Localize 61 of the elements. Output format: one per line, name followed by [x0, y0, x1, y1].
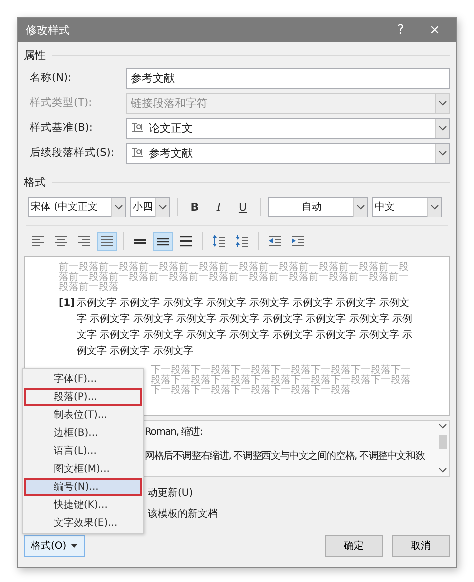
justify-button[interactable] — [97, 232, 117, 250]
align-right-icon — [77, 234, 91, 248]
field-label: 名称(N): — [30, 71, 73, 85]
menu-item[interactable]: 编号(N)... — [24, 478, 142, 496]
description-text: Roman, 缩进: — [145, 426, 204, 439]
caret-icon — [438, 100, 446, 106]
double-spacing-icon — [179, 234, 193, 248]
one-half-spacing-button[interactable] — [153, 232, 173, 250]
font-color-dropdown[interactable]: 自动 — [268, 197, 368, 217]
previous-paragraph-text: 前一段落前一段落前一段落前一段落前一段落前一段落前一段落前一段落前一段落前一段落前一段落前一段落前一段落前一段落前一段落前一段落前一段落前一段落前一段落 — [59, 263, 410, 293]
justify-icon — [100, 234, 114, 248]
italic-button[interactable]: I — [209, 197, 229, 217]
menu-item[interactable]: 字体(F)... — [24, 370, 142, 388]
caret-icon — [158, 204, 166, 210]
section-heading: 格式 — [24, 174, 46, 190]
paragraph-style-icon — [131, 123, 144, 133]
menu-item[interactable]: 图文框(M)... — [24, 460, 142, 478]
field-label: 后续段落样式(S): — [30, 146, 116, 160]
window-title: 修改样式 — [26, 22, 71, 38]
ok-button[interactable]: 确定 — [325, 535, 383, 557]
section-heading: 属性 — [24, 48, 46, 62]
outdent-icon — [268, 234, 282, 248]
spacing-arrows-icon — [212, 234, 226, 248]
option-label: 动更新(U) — [148, 486, 194, 500]
name-field[interactable]: 参考文献 — [126, 68, 450, 88]
menu-item[interactable]: 段落(P)... — [24, 388, 142, 406]
underline-button[interactable]: U — [233, 197, 253, 217]
caret-icon — [438, 126, 446, 130]
description-text: 网格后不调整右缩进, 不调整西文与中文之间的空格, 不调整中文和数 — [145, 450, 426, 463]
caret-icon — [114, 204, 122, 210]
spacing-arrows-icon — [235, 234, 249, 248]
list-number: [1] — [59, 297, 76, 311]
menu-item[interactable]: 边框(B)... — [24, 424, 142, 442]
caret-icon — [356, 204, 364, 210]
paragraph-style-icon — [131, 148, 144, 158]
language-dropdown[interactable]: 中文 — [372, 197, 442, 217]
option-label: 该模板的新文档 — [148, 508, 219, 521]
sample-text: 示例文字 示例文字 示例文字 示例文字 示例文字 示例文字 示例文字 示例文字 示例文字 示例文字 示例文字 示例文字 示例文字 示例文字 示例文字 示例文字 示例文字 示例文字 示例文字 示例文字 示例文字 示例文字 示例文字 示例文字 示例文字 示例文字 — [77, 296, 414, 359]
menu-item[interactable]: 语言(L)... — [24, 442, 142, 460]
field-label: 样式类型(T): — [30, 96, 94, 110]
format-menu-button[interactable]: 格式(O) — [24, 535, 85, 557]
caret-icon — [430, 204, 438, 210]
bold-button[interactable]: B — [185, 197, 205, 217]
style-dropdown[interactable]: 参考文献 — [126, 142, 450, 164]
menu-item[interactable]: 制表位(T)... — [24, 406, 142, 424]
next-paragraph-text: 下一段落下一段落下一段落下一段落下一段落下一段落下一段落下一段落下一段落下一段落下一段落下一段落下一段落下一段落下一段落下一段落下一段落下一段落 — [151, 366, 412, 396]
align-center-icon — [54, 234, 68, 248]
indent-icon — [291, 234, 305, 248]
align-left-icon — [31, 234, 45, 248]
menu-item[interactable]: 文字效果(E)... — [24, 514, 142, 532]
field-label: 样式基准(B): — [30, 121, 94, 135]
font-dropdown[interactable]: 宋体 (中文正文 — [28, 197, 126, 217]
font-size-dropdown[interactable]: 小四 — [130, 197, 170, 217]
caret-icon — [70, 544, 78, 548]
cancel-button[interactable]: 取消 — [392, 535, 450, 557]
help-button[interactable]: ? — [388, 22, 414, 38]
scroll-down-icon — [439, 468, 447, 473]
caret-icon — [438, 150, 446, 156]
style-dropdown[interactable]: 论文正文 — [126, 118, 450, 138]
close-button[interactable]: × — [422, 22, 448, 38]
menu-item[interactable]: 快捷键(K)... — [24, 496, 142, 514]
